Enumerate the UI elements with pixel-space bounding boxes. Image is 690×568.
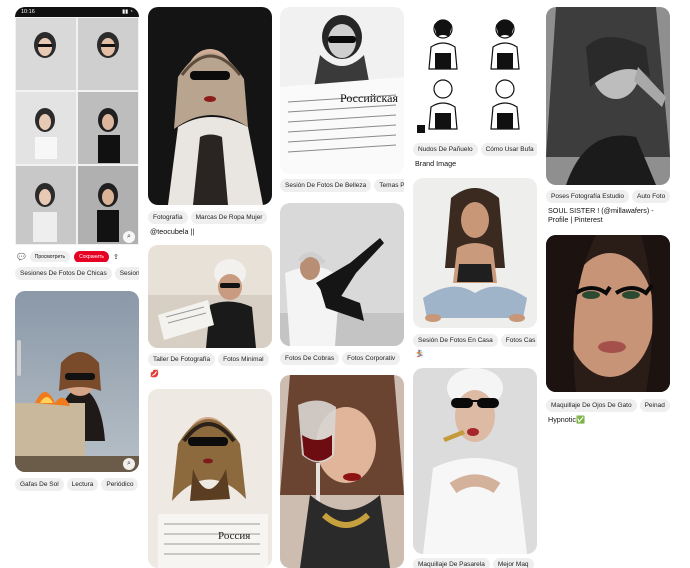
pin-image-scarf-tutorial[interactable] [413,7,537,138]
pin-tags: Nudos De Pañuelo Cómo Usar Bufa [413,143,537,156]
pin-tags: Sesión De Fotos En Casa Fotos Cas [413,334,537,347]
tag-chip[interactable]: Maquillaje De Ojos De Gato [546,399,637,412]
pin-image-towel-newspaper[interactable] [148,245,272,348]
pin-image-bw-portrait[interactable] [546,7,670,185]
pin-image-newspaper-fire[interactable]: ⌕ [15,291,139,472]
tag-chip[interactable]: Cómo Usar Bufa [480,143,537,156]
pin-caption: SOUL SISTER ! (@millawafers) - Profile |… [548,206,654,224]
tag-chip[interactable]: Maquillaje De Pasarela [413,558,490,568]
save-button[interactable]: Сохранить [74,251,109,262]
tag-chip[interactable]: Auto Foto [632,190,670,203]
tag-chip[interactable]: Sesión De Fotos De Belleza [280,179,372,192]
tag-chip[interactable]: Temas P [374,179,404,192]
pin-tags: Sesión De Fotos De Belleza Temas P [280,179,404,192]
tag-chip[interactable]: Sesiones De Fotos De Chicas [15,267,112,280]
pin-tags: Maquillaje De Ojos De Gato Peinad [546,399,670,412]
pin-caption: Hypnotic✅ [548,415,585,424]
pin-tags: Poses Fotografía Estudio Auto Foto [546,190,670,203]
phone-time: 10:16 [21,9,35,15]
pin-image-seated-pose[interactable] [413,178,537,328]
pin-tags: Taller De Fotografía Fotos Minimal [148,353,272,366]
pin-image-wine-glass[interactable] [280,375,404,568]
pin-image-cat-eye-makeup[interactable] [546,235,670,392]
tag-chip[interactable]: Periódico [101,478,139,491]
tag-chip[interactable]: Taller De Fotografía [148,353,216,366]
tag-chip[interactable]: Mejor Maq [492,558,534,568]
tag-chip[interactable]: Fotografía [148,211,188,224]
view-button[interactable]: Просмотреть [29,251,71,262]
pin-image-chair-pose[interactable] [280,203,404,346]
comment-icon[interactable]: 💬 [17,253,26,261]
pin-caption: Brand Image [415,159,457,168]
tag-chip[interactable]: Nudos De Pañuelo [413,143,478,156]
pin-phone-screenshot[interactable]: 10:16 ▮▮ ◔ ⌕ 💬 Просмотреть Сохранить ⇪ [15,7,139,262]
phone-action-bar: 💬 Просмотреть Сохранить ⇪ [15,250,139,262]
share-icon[interactable]: ⇪ [113,253,119,261]
svg-text:Россия: Россия [218,530,250,542]
photo-collage [15,17,139,245]
pin-image-headscarf-portrait[interactable] [148,7,272,205]
pin-image-silk-scarf-newspaper[interactable]: Россия [148,389,272,568]
tag-chip[interactable]: Sesion [114,267,139,280]
tag-chip[interactable]: Fotos Minimal [218,353,269,366]
snowboard-icon: 🏂 [415,349,424,358]
pin-tags: Sesiones De Fotos De Chicas Sesion [15,267,139,280]
pin-tags: Fotografía Marcas De Ropa Mujer [148,211,272,224]
pin-image-towel-lipstick[interactable] [413,368,537,554]
tag-chip[interactable]: Peinad [639,399,670,412]
scrollbar[interactable] [17,340,21,376]
tag-chip[interactable]: Lectura [66,478,99,491]
phone-signal-icon: ▮▮ ◔ [122,9,133,15]
tag-chip[interactable]: Fotos De Cobras [280,352,340,365]
pin-tags: Maquillaje De Pasarela Mejor Maq [413,558,537,568]
tag-chip[interactable]: Fotos Cas [500,334,537,347]
tag-chip[interactable]: Poses Fotografía Estudio [546,190,629,203]
tag-chip[interactable]: Marcas De Ropa Mujer [190,211,268,224]
phone-status-bar: 10:16 ▮▮ ◔ [15,7,139,17]
lens-icon[interactable]: ⌕ [123,231,135,243]
tag-chip[interactable]: Sesión De Fotos En Casa [413,334,498,347]
pin-tags: Fotos De Cobras Fotos Corporativ [280,352,404,365]
tag-chip[interactable]: Fotos Corporativ [342,352,401,365]
svg-text:Российская: Российская [340,91,398,105]
pin-caption: @teocubela || [150,227,195,236]
tag-chip[interactable]: Gafas De Sol [15,478,64,491]
pin-image-bw-newspaper[interactable]: Российская [280,7,404,174]
lips-icon: 💋 [150,369,159,378]
pin-tags: Gafas De Sol Lectura Periódico [15,478,139,491]
lens-icon[interactable]: ⌕ [123,458,135,470]
